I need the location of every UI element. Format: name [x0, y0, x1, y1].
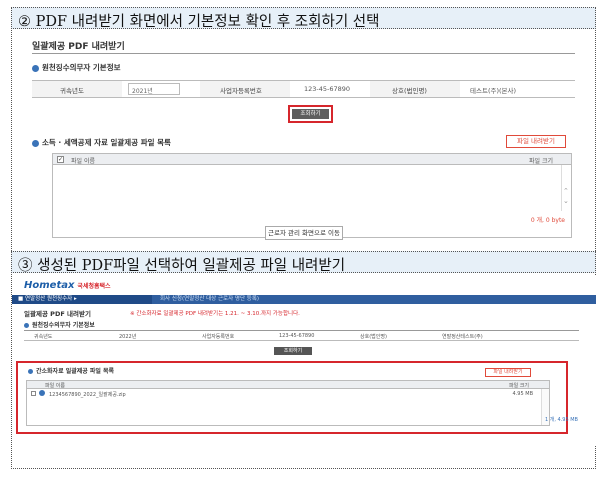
page-title: 일괄제공 PDF 내려받기	[32, 42, 125, 52]
step2-caption: ② PDF 내려받기 화면에서 기본정보 확인 후 조회하기 선택	[11, 7, 596, 30]
file-checkbox[interactable]	[31, 391, 36, 396]
file-download-button[interactable]: 파일 내려받기	[485, 368, 531, 377]
query-button-highlight: 조회하기	[288, 105, 333, 123]
table-header: ✓ 파일 이름 파일 크기	[53, 154, 571, 165]
company-name-label: 상호(법인명)	[392, 87, 427, 95]
company-name-value: 연말정산테스트(주)	[442, 334, 483, 340]
table-header: 파일 이름 파일 크기	[27, 381, 549, 389]
scroll-up-icon[interactable]: ⌃	[563, 187, 569, 195]
file-total: 0 개, 0 byte	[530, 217, 565, 224]
screenshot-generated-pdf-screen: Hometax 국세청홈택스 ■ 연말정산 원천징수자 ▸ 회사 신청(연말정산 …	[12, 276, 596, 446]
query-button[interactable]: 조회하기	[292, 109, 329, 119]
section-title: 원천징수의무자 기본정보	[42, 63, 121, 72]
file-total: 1 개, 4.95 MB	[544, 417, 578, 423]
file-size: 4.95 MB	[512, 391, 533, 397]
bizno-value: 123-45-67890	[279, 333, 315, 339]
notice-text: ※ 간소화자료 일괄제공 PDF 내려받기는 1.21. ~ 3.10.까지 가…	[130, 311, 300, 317]
logo-text: Hometax	[24, 280, 75, 291]
title-divider	[32, 53, 575, 54]
query-button[interactable]: 조회하기	[274, 347, 312, 355]
year-select[interactable]: 2021년	[128, 83, 180, 95]
go-to-employee-management-button[interactable]: 근로자 관리 화면으로 이동	[265, 226, 343, 240]
section-title: 원천징수의무자 기본정보	[32, 322, 95, 329]
section-withholder-info: 원천징수의무자 기본정보	[24, 320, 95, 329]
nav-menu-label: 연말정산 원천징수자	[24, 296, 73, 302]
bullet-icon	[32, 64, 39, 72]
file-icon	[39, 390, 45, 396]
info-row: 귀속년도 2022년 사업자등록번호 123-45-67890 상호(법인명) …	[24, 330, 579, 341]
year-label: 귀속년도	[34, 334, 53, 340]
file-name: 1234567890_2022_일괄제공.zip	[49, 392, 126, 398]
year-label: 귀속년도	[60, 87, 84, 95]
bullet-icon	[28, 369, 33, 374]
file-download-button[interactable]: 파일 내려받기	[506, 135, 566, 148]
section-file-list: 간소화자료 일괄제공 파일 목록	[28, 366, 114, 375]
column-file-name: 파일 이름	[71, 158, 95, 165]
nav-breadcrumb[interactable]: 회사 신청(연말정산 대상 근로자 명단 등록)	[160, 295, 259, 304]
logo-subtext: 국세청홈택스	[77, 283, 111, 290]
file-table: 파일 이름 파일 크기 1234567890_2022_일괄제공.zip 4.9…	[26, 380, 550, 426]
nav-menu[interactable]: ■ 연말정산 원천징수자 ▸	[12, 295, 152, 304]
hometax-logo: Hometax 국세청홈택스	[24, 280, 111, 291]
year-value: 2021년	[132, 88, 153, 95]
screenshot-pdf-download-screen: 일괄제공 PDF 내려받기 원천징수의무자 기본정보 귀속년도 2021년 사업…	[22, 32, 585, 247]
bizno-label: 사업자등록번호	[220, 87, 262, 95]
column-file-size: 파일 크기	[529, 158, 553, 165]
bullet-icon	[32, 139, 39, 147]
select-all-checkbox[interactable]: ✓	[57, 156, 64, 163]
column-file-size: 파일 크기	[509, 383, 529, 389]
section-file-list: 소득 · 세액공제 자료 일괄제공 파일 목록	[32, 137, 171, 148]
scroll-down-icon[interactable]: ⌄	[563, 197, 569, 205]
section-withholder-info: 원천징수의무자 기본정보	[32, 62, 121, 73]
section-title: 간소화자료 일괄제공 파일 목록	[36, 368, 115, 375]
bizno-label: 사업자등록번호	[202, 334, 235, 340]
bullet-icon	[24, 323, 29, 328]
company-name-label: 상호(법인명)	[360, 334, 387, 340]
column-file-name: 파일 이름	[45, 383, 65, 389]
table-scrollbar[interactable]: ⌃ ⌄	[561, 165, 571, 211]
year-value: 2022년	[119, 334, 137, 340]
top-nav-bar: ■ 연말정산 원천징수자 ▸ 회사 신청(연말정산 대상 근로자 명단 등록)	[12, 295, 596, 304]
bizno-value: 123-45-67890	[304, 85, 351, 93]
page-title: 일괄제공 PDF 내려받기	[24, 310, 91, 318]
info-row: 귀속년도 2021년 사업자등록번호 123-45-67890 상호(법인명) …	[32, 80, 575, 98]
step3-caption: ③ 생성된 PDF파일 선택하여 일괄제공 파일 내려받기	[11, 251, 596, 274]
company-name-value: 테스트(주)(본사)	[470, 87, 517, 95]
table-row[interactable]: 1234567890_2022_일괄제공.zip 4.95 MB	[27, 390, 539, 398]
section-title: 소득 · 세액공제 자료 일괄제공 파일 목록	[42, 138, 171, 147]
